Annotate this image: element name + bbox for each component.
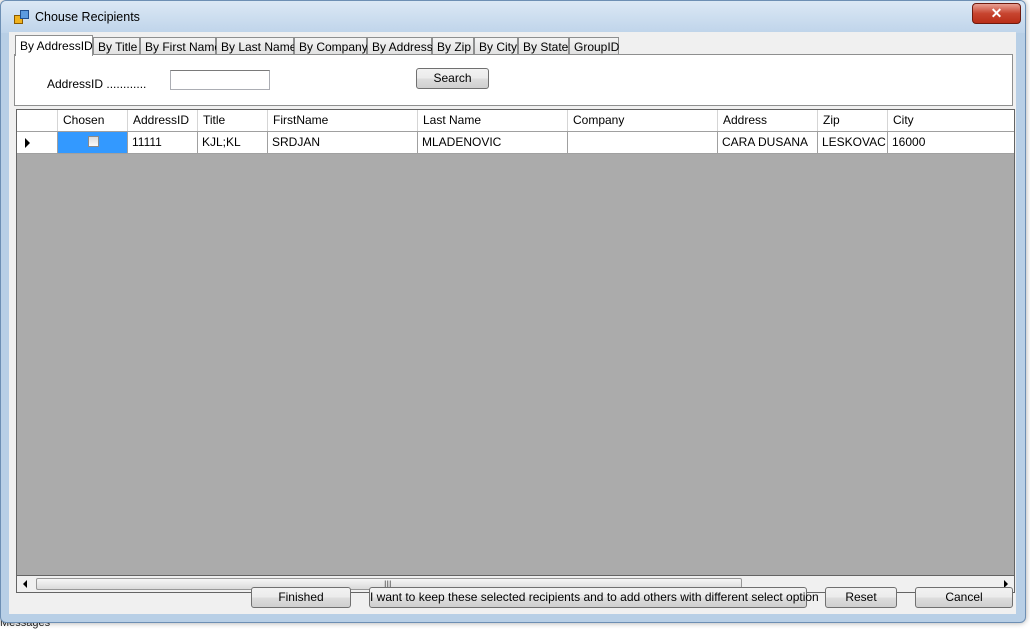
column-header-address[interactable]: Address xyxy=(718,110,818,131)
column-header-title[interactable]: Title xyxy=(198,110,268,131)
dialog-client-area: By AddressID By Title By First Name By L… xyxy=(9,32,1016,614)
table-row[interactable]: 11111 KJL;KL SRDJAN MLADENOVIC CARA DUSA… xyxy=(17,132,1014,154)
title-cell[interactable]: KJL;KL xyxy=(198,132,268,153)
last-name-cell[interactable]: MLADENOVIC xyxy=(418,132,568,153)
tab-by-address[interactable]: By Address xyxy=(367,37,433,55)
address-cell[interactable]: CARA DUSANA xyxy=(718,132,818,153)
app-icon xyxy=(14,10,29,24)
column-header-chosen[interactable]: Chosen xyxy=(58,110,128,131)
window-title: Chouse Recipients xyxy=(35,10,140,24)
chouse-recipients-dialog: Chouse Recipients ✕ By AddressID By Titl… xyxy=(0,0,1026,623)
cancel-button[interactable]: Cancel xyxy=(915,587,1013,608)
firstname-cell[interactable]: SRDJAN xyxy=(268,132,418,153)
tab-by-last-name[interactable]: By Last Name xyxy=(216,37,296,55)
row-header[interactable] xyxy=(17,132,58,153)
column-header-city[interactable]: City xyxy=(888,110,1014,131)
column-header-firstname[interactable]: FirstName xyxy=(268,110,418,131)
tab-by-addressid[interactable]: By AddressID xyxy=(15,35,93,56)
chosen-checkbox[interactable] xyxy=(88,136,99,147)
chosen-cell[interactable] xyxy=(58,132,128,153)
tab-by-city[interactable]: By City xyxy=(474,37,518,55)
title-bar[interactable]: Chouse Recipients ✕ xyxy=(1,1,1025,33)
tab-panel-addressid: AddressID ............ Search xyxy=(14,54,1013,106)
tab-by-zip[interactable]: By Zip xyxy=(432,37,474,55)
row-header-corner xyxy=(17,110,58,131)
addressid-cell[interactable]: 11111 xyxy=(128,132,198,153)
city-cell[interactable]: 16000 xyxy=(888,132,1014,153)
grid-header-row: Chosen AddressID Title FirstName Last Na… xyxy=(17,110,1014,132)
addressid-input[interactable] xyxy=(170,70,270,90)
tab-by-first-name[interactable]: By First Name xyxy=(140,37,221,55)
addressid-label: AddressID ............ xyxy=(47,77,147,91)
column-header-last-name[interactable]: Last Name xyxy=(418,110,568,131)
column-header-zip[interactable]: Zip xyxy=(818,110,888,131)
zip-cell[interactable]: LESKOVAC xyxy=(818,132,888,153)
tab-by-company[interactable]: By Company xyxy=(294,37,368,55)
scroll-left-arrow-icon[interactable] xyxy=(23,580,27,588)
current-row-arrow-icon xyxy=(25,138,30,148)
tab-by-state[interactable]: By State xyxy=(518,37,569,55)
column-header-addressid[interactable]: AddressID xyxy=(128,110,198,131)
finished-button[interactable]: Finished xyxy=(251,587,351,608)
tab-groupid[interactable]: GroupID xyxy=(569,37,619,55)
search-button[interactable]: Search xyxy=(416,68,489,89)
company-cell[interactable] xyxy=(568,132,718,153)
column-header-company[interactable]: Company xyxy=(568,110,718,131)
recipients-grid[interactable]: Chosen AddressID Title FirstName Last Na… xyxy=(16,109,1015,576)
reset-button[interactable]: Reset xyxy=(825,587,897,608)
keep-and-add-button[interactable]: I want to keep these selected recipients… xyxy=(369,587,819,608)
tab-by-title[interactable]: By Title xyxy=(93,37,140,55)
close-button[interactable]: ✕ xyxy=(972,3,1021,24)
